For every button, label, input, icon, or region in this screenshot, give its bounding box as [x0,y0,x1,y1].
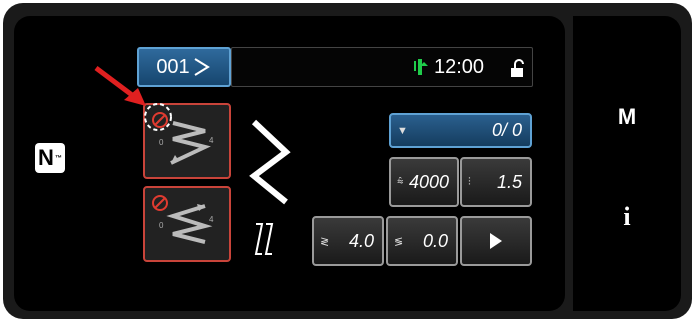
stitch-length-value: 4.0 [348,230,374,251]
thread-zigzag-icon: 0 4 [152,195,214,244]
mode-button[interactable]: M [573,104,681,130]
speed-icon: ⩯ [397,175,404,188]
annotation-arrow-icon [94,66,146,106]
length-icon: ≷ [320,235,330,248]
condensation-button[interactable]: ≶ 0.0 [386,216,458,266]
max-speed-button[interactable]: ⩯ 4000 [389,157,459,207]
pattern-diamond-icon [194,58,210,76]
clock-time: 12:00 [434,56,485,78]
clock-area: 12:00 [412,56,484,79]
stitch-length-button[interactable]: ≷ 4.0 [312,216,384,266]
counter-button[interactable]: ▼ 0/ 0 [389,113,532,148]
stitch-type-icon [254,223,274,255]
unlock-icon[interactable] [508,59,528,84]
max-speed-value: 4000 [408,171,449,192]
svg-text:4: 4 [209,136,214,145]
thread-tension-button-2[interactable]: 0 4 [143,186,231,262]
info-button[interactable]: i [573,202,681,232]
zigzag-stitch-icon [249,119,291,205]
nfc-label: N [38,145,54,170]
stitch-ratio-value: 1.5 [496,171,522,192]
nfc-tm: ™ [54,154,62,162]
counter-value: 0/ 0 [491,120,522,140]
status-bar [231,47,533,87]
condensation-value: 0.0 [422,230,448,251]
ratio-icon: ⫶ [468,175,471,188]
svg-text:0: 0 [159,221,164,230]
signal-icon [414,58,428,75]
svg-text:0: 0 [159,138,164,147]
condensation-icon: ≶ [394,235,404,248]
svg-text:4: 4 [209,215,214,224]
side-panel [573,16,681,311]
stitch-ratio-button[interactable]: ⫶ 1.5 [460,157,532,207]
pattern-number: 001 [156,55,190,78]
play-icon [490,233,502,249]
counter-icon: ▼ [397,124,408,137]
next-button[interactable] [460,216,532,266]
nfc-icon: N ™ [35,143,65,173]
